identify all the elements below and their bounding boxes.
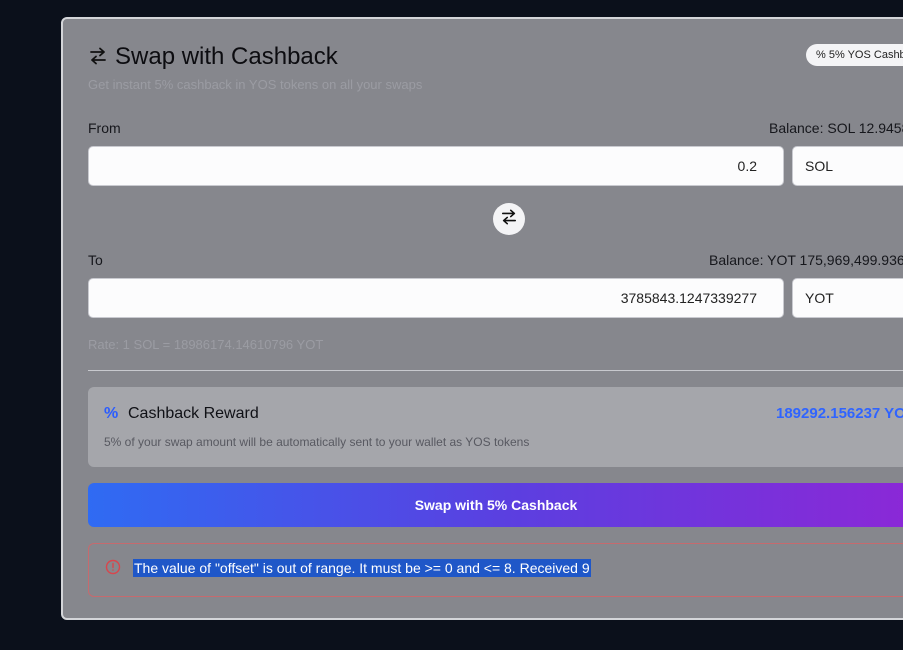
cashback-title: Cashback Reward xyxy=(128,405,259,422)
percent-icon: % xyxy=(104,405,119,422)
from-amount-input[interactable]: 0.2 xyxy=(88,146,784,186)
to-amount-input[interactable]: 3785843.1247339277 xyxy=(88,278,784,318)
to-label: To xyxy=(88,252,103,268)
divider xyxy=(88,370,903,371)
cashback-badge: % 5% YOS Cashb xyxy=(806,44,903,66)
to-balance: Balance: YOT 175,969,499.9362 xyxy=(709,252,903,268)
exchange-rate: Rate: 1 SOL = 18986174.14610796 YOT xyxy=(88,337,324,352)
swap-arrows-icon xyxy=(89,47,107,70)
swap-card: Swap with Cashback Get instant 5% cashba… xyxy=(61,17,903,620)
error-alert: The value of "offset" is out of range. I… xyxy=(88,543,903,597)
swap-direction-button[interactable] xyxy=(493,203,525,235)
from-token-select[interactable]: SOL xyxy=(792,146,903,186)
swap-button[interactable]: Swap with 5% Cashback xyxy=(88,483,903,527)
swap-button-label: Swap with 5% Cashback xyxy=(414,497,578,513)
from-label: From xyxy=(88,120,121,136)
cashback-panel: % Cashback Reward 189292.156237 YO 5% of… xyxy=(88,387,903,467)
to-token-select[interactable]: YOT xyxy=(792,278,903,318)
page-title: Swap with Cashback xyxy=(115,43,338,70)
swap-arrows-icon xyxy=(501,209,517,230)
page-subtitle: Get instant 5% cashback in YOS tokens on… xyxy=(88,77,423,92)
error-message: The value of "offset" is out of range. I… xyxy=(133,559,591,577)
alert-circle-icon xyxy=(105,559,121,580)
cashback-amount: 189292.156237 YO xyxy=(776,405,903,422)
from-balance: Balance: SOL 12.9458 xyxy=(769,120,903,136)
cashback-description: 5% of your swap amount will be automatic… xyxy=(104,435,530,449)
